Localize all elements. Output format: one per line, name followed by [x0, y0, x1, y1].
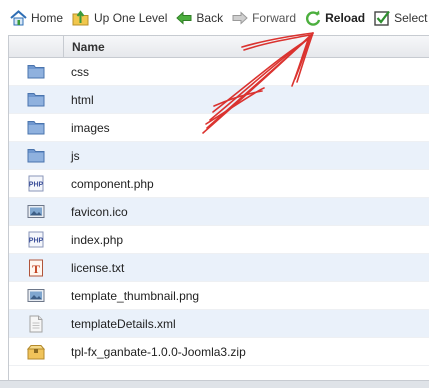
folder-icon [27, 65, 45, 79]
file-row-css[interactable]: css [9, 58, 429, 86]
php-file-icon: PHP [28, 231, 44, 248]
file-row-images[interactable]: images [9, 114, 429, 142]
file-row-js[interactable]: js [9, 142, 429, 170]
file-row-component-php[interactable]: PHP component.php [9, 170, 429, 198]
arrow-right-icon [232, 10, 248, 25]
folder-icon [27, 149, 45, 163]
toolbar: Home Up One Level Back Forward Reload Se… [0, 0, 429, 35]
svg-text:PHP: PHP [29, 182, 44, 189]
home-icon [10, 9, 27, 25]
up-one-level-button[interactable]: Up One Level [72, 0, 167, 35]
select-all-button[interactable]: Select All [374, 0, 429, 35]
svg-text:PHP: PHP [29, 238, 44, 245]
file-row-template-thumbnail-png[interactable]: template_thumbnail.png [9, 282, 429, 310]
folder-icon [27, 121, 45, 135]
checkbox-checked-icon [374, 10, 390, 26]
file-row-html[interactable]: html [9, 86, 429, 114]
file-name: js [71, 148, 80, 163]
folder-icon [27, 93, 45, 107]
file-name: index.php [71, 232, 124, 247]
file-name: license.txt [71, 260, 125, 275]
back-label: Back [196, 10, 224, 25]
file-row-license-txt[interactable]: T license.txt [9, 254, 429, 282]
file-row-templatedetails-xml[interactable]: templateDetails.xml [9, 310, 429, 338]
name-column-header[interactable]: Name [64, 40, 105, 54]
image-file-icon [27, 289, 45, 302]
file-list-header: Name [9, 36, 429, 58]
file-name: images [71, 120, 110, 135]
arrow-left-icon [176, 10, 192, 25]
file-row-favicon-ico[interactable]: favicon.ico [9, 198, 429, 226]
forward-label: Forward [252, 10, 297, 25]
file-name: templateDetails.xml [71, 316, 176, 331]
xml-file-icon [29, 315, 43, 332]
up-one-level-label: Up One Level [94, 10, 168, 25]
svg-text:T: T [32, 262, 40, 276]
zip-file-icon [27, 344, 45, 359]
file-row-index-php[interactable]: PHP index.php [9, 226, 429, 254]
file-name: component.php [71, 176, 154, 191]
file-name: tpl-fx_ganbate-1.0.0-Joomla3.zip [71, 344, 246, 359]
file-name: css [71, 64, 89, 79]
folder-up-icon [72, 9, 89, 25]
text-file-icon: T [29, 259, 43, 276]
file-name: html [71, 92, 94, 107]
reload-button[interactable]: Reload [305, 0, 365, 35]
image-file-icon [27, 205, 45, 218]
file-list: Name css html images js PHP component.ph… [8, 35, 429, 381]
file-row-zip[interactable]: tpl-fx_ganbate-1.0.0-Joomla3.zip [9, 338, 429, 366]
back-button[interactable]: Back [176, 0, 223, 35]
select-all-label: Select All [394, 10, 429, 25]
php-file-icon: PHP [28, 175, 44, 192]
reload-icon [306, 10, 321, 26]
home-label: Home [31, 10, 64, 25]
icon-column-header[interactable] [9, 36, 64, 57]
home-button[interactable]: Home [10, 0, 63, 35]
file-name: favicon.ico [71, 204, 128, 219]
reload-label: Reload [325, 10, 366, 25]
forward-button[interactable]: Forward [232, 0, 296, 35]
file-name: template_thumbnail.png [71, 288, 200, 303]
